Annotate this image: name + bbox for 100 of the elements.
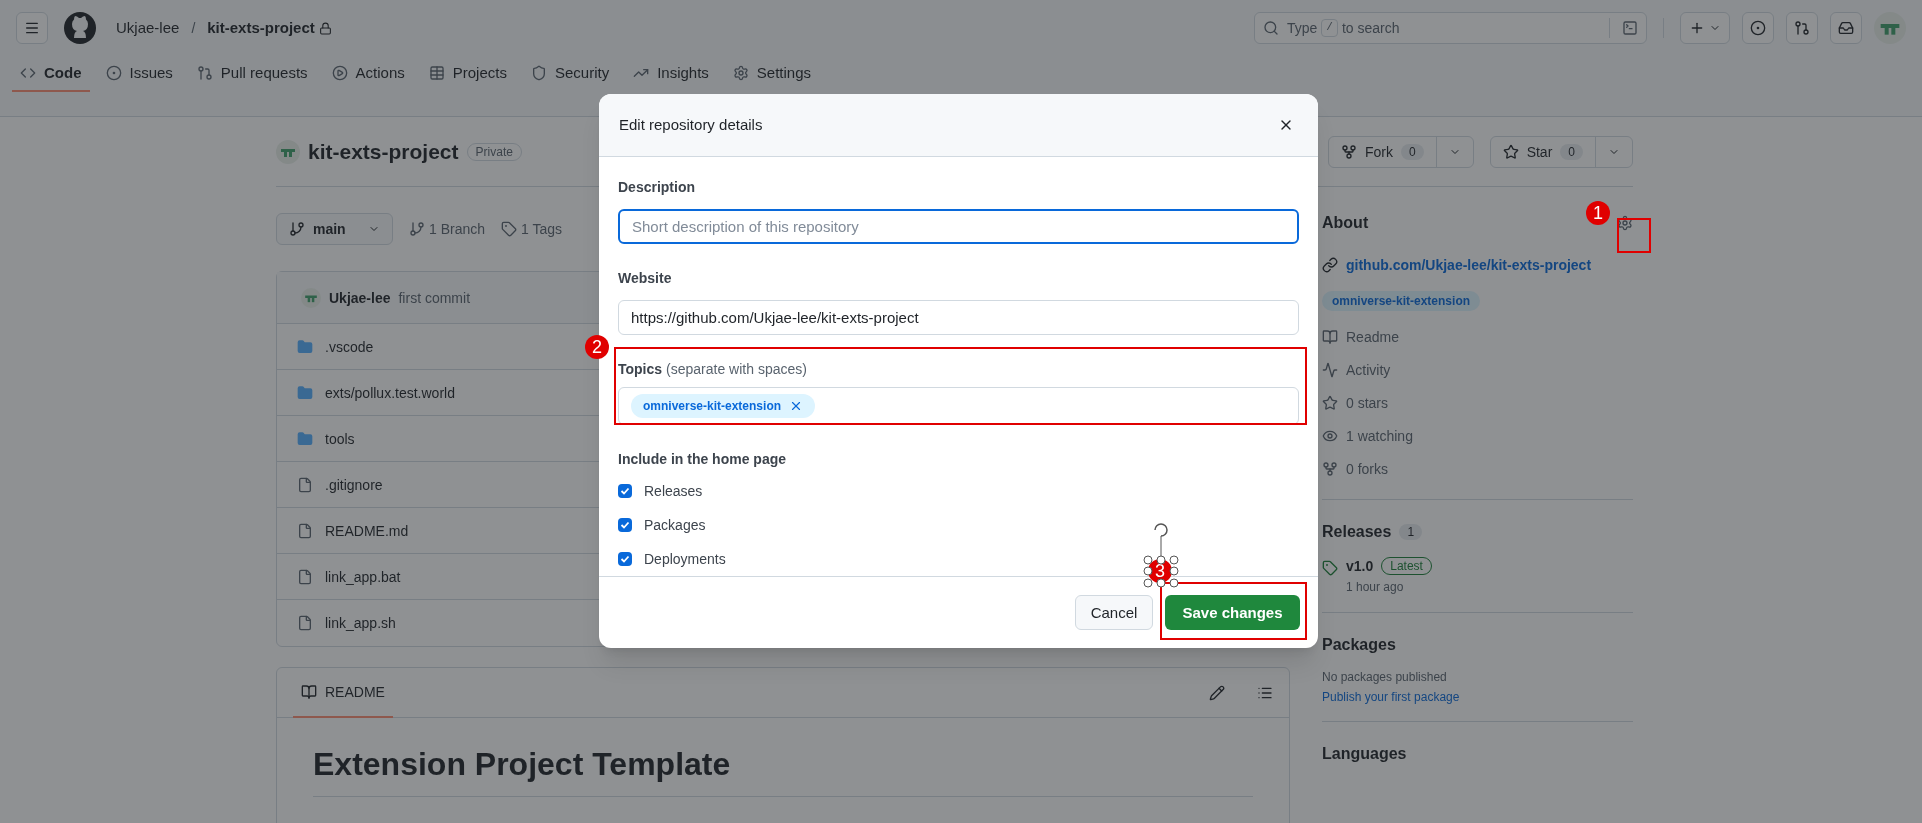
file-name[interactable]: .gitignore xyxy=(325,474,383,495)
field-label: Description xyxy=(618,178,696,197)
repo-tab[interactable]: Projects xyxy=(420,56,515,92)
publish-package-link[interactable]: Publish your first package xyxy=(1322,689,1633,705)
play-icon xyxy=(331,65,348,81)
checkbox-label: Deployments xyxy=(644,550,726,569)
circle-dot-icon xyxy=(105,65,122,81)
repo-tab[interactable]: Security xyxy=(522,56,618,92)
website-link[interactable]: github.com/Ukjae-lee/kit-exts-project xyxy=(1346,255,1592,275)
checkbox[interactable] xyxy=(618,518,632,532)
lock-icon xyxy=(318,21,332,35)
topic-tag[interactable]: omniverse-kit-extension xyxy=(631,394,816,418)
menu-icon xyxy=(24,20,40,36)
website-field[interactable]: https://github.com/Ukjae-lee/kit-exts-project xyxy=(618,300,1299,335)
inbox-button[interactable] xyxy=(1830,12,1862,44)
about-item[interactable]: 1 watching xyxy=(1346,426,1413,446)
search-field[interactable]: Type / to search xyxy=(1254,12,1647,44)
highlight-frame xyxy=(1617,218,1651,253)
menu-button[interactable] xyxy=(16,12,48,44)
repo-link[interactable]: kit-exts-project xyxy=(207,17,315,39)
releases-count: 1 xyxy=(1399,524,1423,540)
packages-note: No packages published xyxy=(1322,669,1448,685)
cancel-button[interactable]: Cancel xyxy=(1075,595,1153,630)
about-item[interactable]: Readme xyxy=(1346,327,1399,347)
avatar-icon xyxy=(301,287,321,308)
about-item[interactable]: 0 forks xyxy=(1346,459,1388,479)
file-name[interactable]: tools xyxy=(325,428,355,449)
create-button[interactable] xyxy=(1680,12,1730,44)
section-title: Packages xyxy=(1322,635,1397,655)
readme-heading: Extension Project Template xyxy=(313,742,1253,797)
pulse-icon xyxy=(1322,362,1338,378)
logo-icon xyxy=(64,12,96,44)
step-number: 1 xyxy=(1586,201,1610,225)
section-title: Languages xyxy=(1322,744,1408,764)
description-field[interactable]: Short description of this repository xyxy=(618,209,1299,244)
circle-dot-icon xyxy=(1750,20,1766,36)
repo-tab[interactable]: Settings xyxy=(724,56,820,92)
commit-author[interactable]: Ukjae-lee xyxy=(329,287,391,308)
repo-tab[interactable]: Insights xyxy=(625,56,717,92)
folder-icon xyxy=(297,338,313,355)
folder-icon xyxy=(297,430,313,447)
edit-icon[interactable] xyxy=(1209,684,1225,701)
repo-tab[interactable]: Issues xyxy=(97,56,181,92)
file-icon xyxy=(297,522,313,539)
file-name[interactable]: exts/pollux.test.world xyxy=(325,382,455,403)
branch-button[interactable]: main xyxy=(276,213,393,245)
section-title: About xyxy=(1322,213,1369,233)
step-number: 2 xyxy=(585,335,609,359)
file-icon xyxy=(297,615,313,631)
avatar-icon xyxy=(276,139,300,164)
search-icon xyxy=(1263,20,1279,36)
link-icon xyxy=(1322,257,1338,273)
repo-tab[interactable]: Code xyxy=(12,56,90,92)
folder-icon xyxy=(297,384,313,401)
readme-tab[interactable]: README xyxy=(293,667,393,718)
file-name[interactable]: README.md xyxy=(325,520,409,541)
repo-tab[interactable]: Actions xyxy=(323,56,413,92)
eye-icon xyxy=(1322,428,1338,444)
file-name[interactable]: link_app.sh xyxy=(325,613,396,633)
book-icon xyxy=(301,683,317,700)
shield-icon xyxy=(530,65,547,81)
shortcut-key: / xyxy=(1321,19,1338,37)
check-icon xyxy=(620,520,630,530)
fork-count: 0 xyxy=(1400,143,1424,160)
file-name[interactable]: link_app.bat xyxy=(325,566,401,587)
checkbox[interactable] xyxy=(618,484,632,498)
book-icon xyxy=(1322,329,1338,345)
check-icon xyxy=(620,486,630,496)
topic-tag[interactable]: omniverse-kit-extension xyxy=(1322,291,1481,311)
field-label: Website xyxy=(618,269,673,288)
about-item[interactable]: 0 stars xyxy=(1346,393,1388,413)
settings-icon[interactable] xyxy=(1617,215,1633,231)
path-separator: / xyxy=(191,19,196,38)
issues-button[interactable] xyxy=(1742,12,1774,44)
star-count: 0 xyxy=(1560,143,1583,160)
checkbox[interactable] xyxy=(618,552,632,566)
repo-title: kit-exts-project xyxy=(308,138,459,165)
gear-icon xyxy=(732,65,749,81)
tags-link[interactable]: 1 Tags xyxy=(501,219,563,239)
pull-request-icon xyxy=(1794,20,1810,36)
commit-message[interactable]: first commit xyxy=(398,287,471,308)
checkbox-label: Releases xyxy=(644,482,703,501)
tag-icon xyxy=(501,221,518,237)
branches-link[interactable]: 1 Branch xyxy=(409,219,486,239)
inbox-icon xyxy=(1838,20,1854,36)
about-item[interactable]: Activity xyxy=(1346,360,1391,380)
release-version[interactable]: v1.0 xyxy=(1346,556,1374,576)
search-hint: Type xyxy=(1287,19,1318,38)
owner-link[interactable]: Ukjae-lee xyxy=(116,17,180,39)
check-icon xyxy=(620,554,630,564)
save-button[interactable]: Save changes xyxy=(1165,595,1300,630)
repo-tab[interactable]: Pull requests xyxy=(188,56,316,92)
release-time: 1 hour ago xyxy=(1346,580,1404,594)
file-icon xyxy=(297,476,313,493)
pull-requests-button[interactable] xyxy=(1786,12,1818,44)
table-icon xyxy=(428,65,445,81)
terminal-icon[interactable] xyxy=(1622,20,1638,36)
branch-icon xyxy=(289,221,305,237)
file-name[interactable]: .vscode xyxy=(325,336,374,357)
fork-icon xyxy=(1322,461,1338,477)
